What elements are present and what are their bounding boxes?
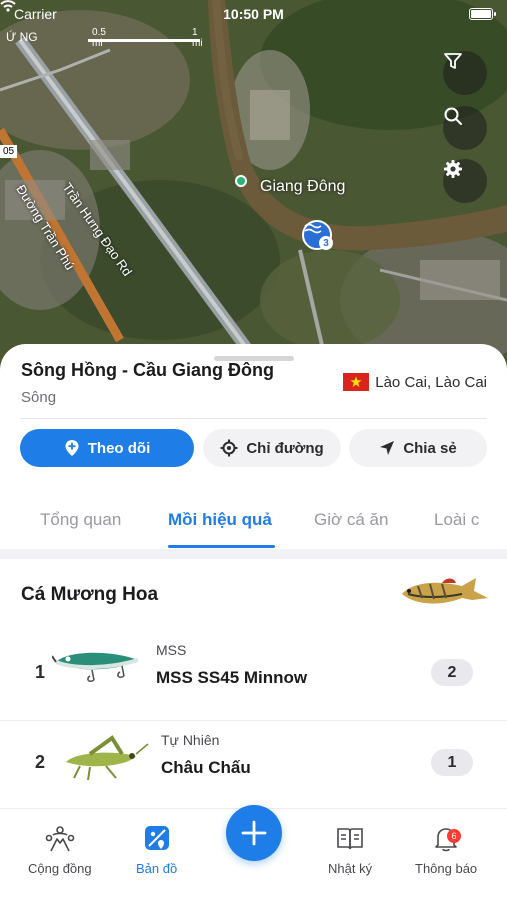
tab-journal-label: Nhật ký (328, 861, 373, 876)
follow-label: Theo dõi (87, 439, 151, 457)
vietnam-flag-icon (343, 373, 370, 391)
row-divider (0, 720, 507, 721)
map-corner-label: Ứ NG (6, 30, 38, 44)
map-search-button[interactable] (443, 106, 487, 150)
water-icon (304, 223, 322, 234)
map-icon (144, 826, 169, 850)
bait-count-badge: 2 (431, 659, 473, 686)
filter-icon (444, 53, 462, 69)
tab-species[interactable]: Loài c (434, 510, 479, 530)
tab-notifications[interactable]: Thông báo (415, 825, 477, 876)
community-icon (45, 826, 75, 852)
location-plus-icon (65, 440, 79, 456)
directions-button[interactable]: Chỉ đường (203, 429, 341, 467)
detail-tabs: Tổng quan Mồi hiệu quả Giờ cá ăn Loài c (0, 494, 507, 549)
bait-count-badge: 1 (431, 749, 473, 776)
spot-title: Sông Hồng - Cầu Giang Đông (21, 360, 274, 380)
book-icon (337, 828, 363, 850)
bottom-tab-bar: Cộng đồng Bản đồ Nhật ký Thông báo 6 (0, 805, 507, 901)
status-time: 10:50 PM (223, 6, 284, 22)
notification-count-badge: 6 (447, 829, 461, 843)
tab-community[interactable]: Cộng đồng (28, 825, 92, 876)
bait-brand: Tự Nhiên (161, 732, 220, 748)
tab-notifications-label: Thông báo (415, 861, 478, 876)
bait-name: MSS SS45 Minnow (156, 668, 308, 687)
wifi-icon (0, 0, 16, 12)
scale-full-label: 1 mi (192, 27, 203, 49)
plus-icon (241, 820, 267, 846)
section-separator (0, 549, 507, 559)
share-button[interactable]: Chia sẻ (349, 429, 487, 467)
divider (20, 418, 487, 419)
follow-button[interactable]: Theo dõi (20, 429, 194, 467)
gear-icon (444, 160, 462, 178)
map-view[interactable]: Carrier 10:50 PM Ứ NG 0.5 mi 1 mi 05 Trầ… (0, 0, 507, 380)
bait-row[interactable]: 2 Tự Nhiên Châu Chấu 1 (0, 722, 507, 810)
grasshopper-image (66, 735, 149, 781)
bait-name: Châu Chấu (161, 758, 251, 777)
bait-brand: MSS (156, 642, 187, 658)
tab-effective-baits[interactable]: Mồi hiệu quả (168, 510, 272, 530)
status-bar: Carrier 10:50 PM (0, 0, 507, 28)
location-dot[interactable] (235, 175, 247, 187)
minnow-lure-image (52, 652, 139, 683)
carrier-label: Carrier (14, 6, 57, 22)
location-label: Lào Cai, Lào Cai (375, 373, 487, 391)
fish-image (402, 578, 488, 604)
bait-rank: 1 (35, 662, 46, 682)
tab-feeding-times[interactable]: Giờ cá ăn (314, 510, 388, 530)
species-name: Cá Mương Hoa (21, 584, 159, 605)
add-button[interactable] (226, 805, 282, 861)
search-icon (444, 107, 462, 125)
tab-map-label: Bản đồ (136, 861, 178, 876)
tab-map[interactable]: Bản đồ (136, 825, 177, 876)
map-settings-button[interactable] (443, 159, 487, 203)
tab-journal[interactable]: Nhật ký (328, 825, 372, 876)
tab-community-label: Cộng đồng (28, 861, 92, 876)
bait-row[interactable]: 1 MSS MSS SS45 Minnow 2 (0, 632, 507, 720)
share-label: Chia sẻ (403, 439, 457, 457)
scale-half-label: 0.5 mi (92, 27, 106, 49)
pin-count-badge: 3 (319, 236, 333, 250)
navigation-arrow-icon (380, 441, 395, 455)
road-number-badge: 05 (0, 145, 18, 158)
directions-label: Chỉ đường (246, 439, 324, 457)
active-tab-indicator (168, 545, 275, 548)
tab-overview[interactable]: Tổng quan (40, 510, 121, 530)
battery-icon (469, 8, 496, 20)
bait-rank: 2 (35, 752, 46, 772)
place-label: Giang Đông (260, 178, 346, 195)
filter-button[interactable] (443, 51, 487, 95)
crosshair-icon (220, 439, 238, 457)
spot-type: Sông (21, 389, 57, 406)
spot-location: Lào Cai, Lào Cai (343, 373, 487, 391)
